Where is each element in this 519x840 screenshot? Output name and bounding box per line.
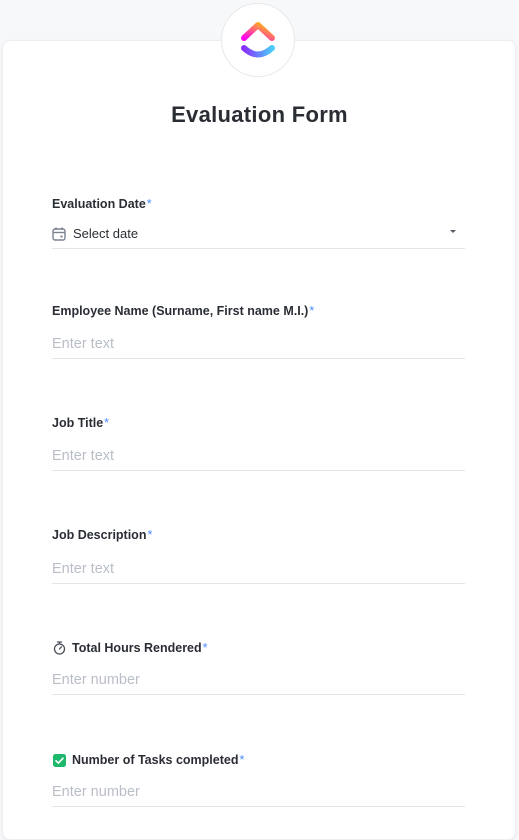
- date-picker[interactable]: Select date: [52, 219, 465, 249]
- field-label: Job Description *: [52, 527, 465, 543]
- form-title: Evaluation Form: [171, 102, 348, 127]
- field-evaluation-date: Evaluation Date * Select date: [52, 196, 465, 249]
- required-marker: *: [147, 528, 153, 542]
- date-value: Select date: [73, 226, 139, 241]
- label-text: Job Title: [52, 416, 104, 430]
- input-placeholder: Enter number: [52, 783, 140, 800]
- input-placeholder: Enter number: [52, 671, 140, 688]
- calendar-icon: [52, 227, 66, 241]
- total-hours-input[interactable]: Enter number: [52, 665, 465, 695]
- required-marker: *: [104, 416, 110, 430]
- green-checkbox-icon: [52, 753, 66, 767]
- input-placeholder: Enter text: [52, 447, 115, 464]
- field-label: Number of Tasks completed *: [52, 752, 465, 768]
- field-tasks-completed: Number of Tasks completed * Enter number: [52, 752, 465, 807]
- label-text: Job Description: [52, 528, 147, 542]
- field-job-description: Job Description * Enter text: [52, 527, 465, 584]
- field-label: Total Hours Rendered *: [52, 640, 465, 656]
- form-card: [2, 40, 516, 840]
- label-text: Number of Tasks completed: [72, 753, 239, 767]
- required-marker: *: [202, 641, 208, 655]
- required-marker: *: [146, 197, 152, 211]
- stopwatch-icon: [52, 641, 66, 655]
- field-label: Job Title *: [52, 415, 465, 431]
- clickup-logo: [221, 3, 295, 77]
- employee-name-input[interactable]: Enter text: [52, 329, 465, 359]
- job-description-input[interactable]: Enter text: [52, 554, 465, 584]
- field-job-title: Job Title * Enter text: [52, 415, 465, 471]
- field-employee-name: Employee Name (Surname, First name M.I.)…: [52, 303, 465, 359]
- tasks-completed-input[interactable]: Enter number: [52, 777, 465, 807]
- logo-icon: [241, 22, 275, 58]
- field-label: Evaluation Date *: [52, 196, 465, 212]
- field-label: Employee Name (Surname, First name M.I.)…: [52, 303, 465, 319]
- label-text: Employee Name (Surname, First name M.I.): [52, 304, 309, 318]
- label-text: Evaluation Date: [52, 197, 146, 211]
- chevron-down-icon[interactable]: [450, 230, 456, 233]
- job-title-input[interactable]: Enter text: [52, 441, 465, 471]
- input-placeholder: Enter text: [52, 335, 115, 352]
- input-placeholder: Enter text: [52, 560, 115, 577]
- required-marker: *: [239, 753, 245, 767]
- label-text: Total Hours Rendered: [72, 641, 202, 655]
- field-total-hours: Total Hours Rendered * Enter number: [52, 640, 465, 695]
- required-marker: *: [309, 304, 315, 318]
